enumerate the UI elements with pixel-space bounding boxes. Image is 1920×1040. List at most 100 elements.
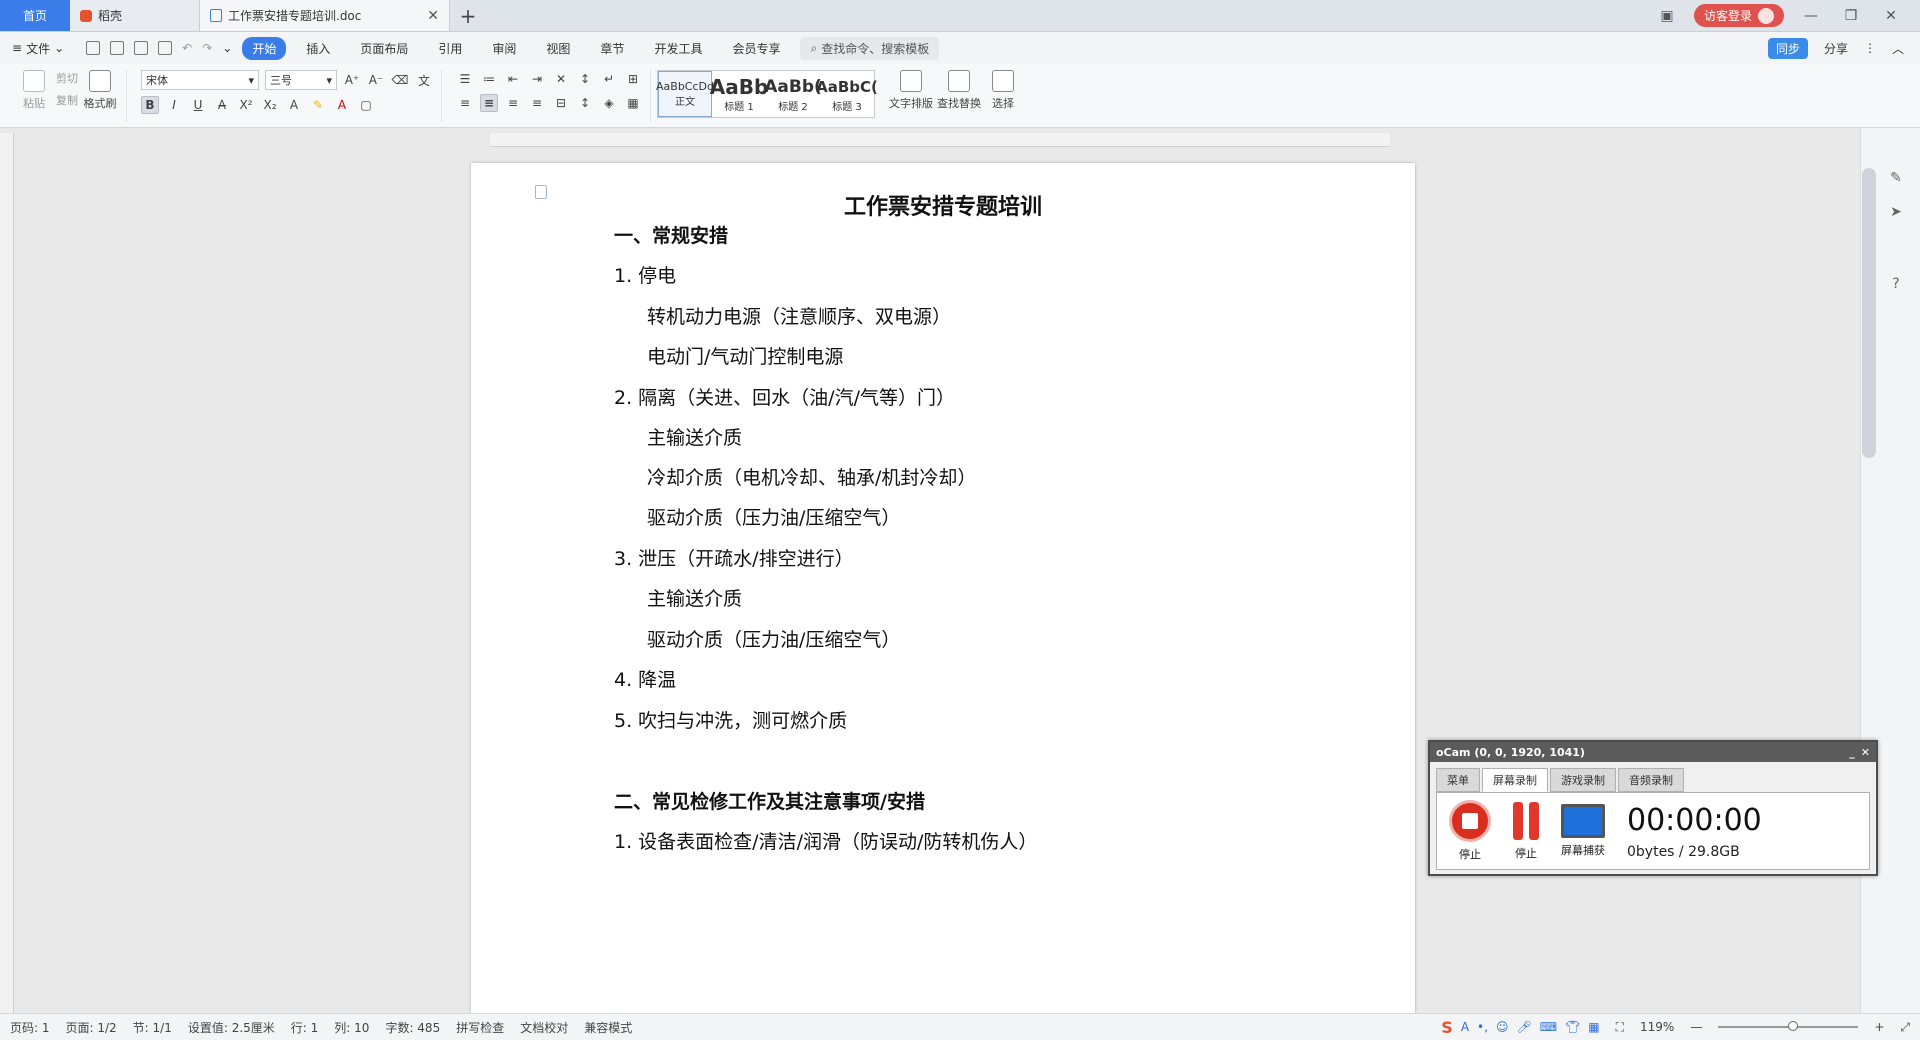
fit-page-icon[interactable]: ⛶ [1616,1020,1624,1035]
new-tab-button[interactable]: + [450,0,486,31]
align-left-icon[interactable]: ≡ [456,94,474,112]
login-button[interactable]: 访客登录 [1693,4,1784,27]
share-button[interactable]: 分享 [1824,40,1848,57]
bullet-list-icon[interactable]: ☰ [456,70,474,88]
ime-toolbar[interactable]: S A •, ☺ 🎤︎ ⌨ 👕︎ ▦ [1441,1018,1599,1037]
horizontal-ruler[interactable] [490,133,1390,147]
tab-chapter[interactable]: 章节 [590,37,634,60]
tab-references[interactable]: 引用 [428,37,472,60]
paste-button[interactable]: 粘贴 [16,70,52,122]
tab-home[interactable]: 首页 [0,0,70,31]
show-marks-icon[interactable]: ↵ [600,70,618,88]
tab-docer[interactable]: 稻壳 [70,0,200,31]
ocam-capture-button[interactable]: 屏幕捕获 [1561,804,1605,858]
customize-quick-access-icon[interactable]: ⌄ [222,41,232,55]
char-border-icon[interactable]: ▢ [357,96,375,114]
zoom-slider-knob[interactable] [1788,1021,1799,1031]
collapse-ribbon-icon[interactable]: ︿ [1892,40,1904,57]
redo-icon[interactable]: ↷ [202,41,212,55]
highlight-icon[interactable]: ✎ [309,96,327,114]
ocam-tab-audio-record[interactable]: 音频录制 [1618,768,1684,792]
underline-button[interactable]: U [189,96,207,114]
tab-review[interactable]: 审阅 [482,37,526,60]
subscript-button[interactable]: X₂ [261,96,279,114]
shrink-font-icon[interactable]: A⁻ [367,71,385,89]
tab-insert[interactable]: 插入 [296,37,340,60]
clear-format-icon[interactable]: ⌫ [391,71,409,89]
spell-check-button[interactable]: 拼写检查 [456,1019,504,1036]
minimize-button[interactable]: — [1798,8,1824,24]
ime-keyboard-icon[interactable]: ⌨ [1540,1020,1557,1034]
sogou-ime-icon[interactable]: S [1441,1018,1453,1037]
strikethrough-button[interactable]: A̶ [213,96,231,114]
tab-page-layout[interactable]: 页面布局 [350,37,418,60]
zoom-in-button[interactable]: + [1874,1020,1884,1034]
cut-button[interactable]: 剪切 [56,70,78,86]
ocam-tab-menu[interactable]: 菜单 [1436,768,1480,792]
undo-icon[interactable]: ↶ [182,41,192,55]
print-icon[interactable] [134,41,149,55]
text-layout-button[interactable]: 文字排版 [889,70,933,122]
decrease-indent-icon[interactable]: ⇤ [504,70,522,88]
ime-mode-icon[interactable]: A [1461,1020,1469,1034]
zoom-out-button[interactable]: — [1690,1020,1702,1034]
save-icon[interactable] [86,41,101,55]
status-page-number[interactable]: 页码: 1 [10,1019,50,1036]
chinese-layout-icon[interactable]: ✕ [552,70,570,88]
ocam-tab-screen-record[interactable]: 屏幕录制 [1482,768,1548,792]
tab-close-icon[interactable]: ✕ [427,8,439,24]
distribute-icon[interactable]: ⊟ [552,94,570,112]
vertical-ruler[interactable] [0,133,14,1013]
borders-icon[interactable]: ▦ [624,94,642,112]
copy-button[interactable]: 复制 [56,92,78,108]
status-word-count[interactable]: 字数: 485 [385,1019,440,1036]
help-icon[interactable]: ? [1886,276,1906,296]
grow-font-icon[interactable]: A⁺ [343,71,361,89]
numbered-list-icon[interactable]: ≔ [480,70,498,88]
select-button[interactable]: 选择 [985,70,1021,122]
ime-tools-icon[interactable]: ▦ [1588,1020,1599,1034]
tab-view[interactable]: 视图 [536,37,580,60]
line-spacing-icon[interactable]: ↕ [576,94,594,112]
ocam-title-bar[interactable]: oCam (0, 0, 1920, 1041) _ ✕ [1430,742,1876,762]
superscript-button[interactable]: X² [237,96,255,114]
shading-icon[interactable]: ◈ [600,94,618,112]
status-setting[interactable]: 设置值: 2.5厘米 [188,1019,275,1036]
style-heading-2[interactable]: AaBb( 标题 2 [764,71,822,117]
format-painter-button[interactable]: 格式刷 [82,70,118,122]
font-size-select[interactable]: 三号 ▾ [265,70,337,90]
text-effect-button[interactable]: A [285,96,303,114]
bold-button[interactable]: B [141,96,159,114]
tab-developer[interactable]: 开发工具 [644,37,712,60]
cloud-sync-badge[interactable]: 同步 [1767,37,1808,59]
vertical-scrollbar[interactable] [1862,168,1876,458]
pointer-icon[interactable]: ➤ [1886,204,1906,224]
font-name-select[interactable]: 宋体 ▾ [141,70,259,90]
export-icon[interactable] [110,41,125,55]
justify-icon[interactable]: ≡ [528,94,546,112]
ime-emoji-icon[interactable]: ☺ [1496,1020,1509,1034]
pen-icon[interactable]: ✎ [1886,170,1906,190]
style-heading-3[interactable]: AaBbC( 标题 3 [816,71,878,117]
restore-button[interactable]: ❐ [1838,8,1864,24]
ocam-close-icon[interactable]: ✕ [1861,746,1870,759]
close-window-button[interactable]: ✕ [1878,8,1904,24]
align-right-icon[interactable]: ≡ [504,94,522,112]
ocam-stop-button[interactable]: 停止 [1449,800,1491,862]
zoom-slider[interactable] [1718,1021,1859,1031]
file-menu[interactable]: ≡ 文件 ⌄ [12,40,76,57]
more-icon[interactable]: ⋮ [1864,41,1876,55]
ocam-tab-game-record[interactable]: 游戏录制 [1550,768,1616,792]
sort-icon[interactable]: ↕ [576,70,594,88]
document-page[interactable]: 工作票安措专题培训 一、常规安措 1. 停电 转机动力电源（注意顺序、双电源） 电动门… [471,163,1415,1013]
status-col[interactable]: 列: 10 [334,1019,369,1036]
font-color-icon[interactable]: A [333,96,351,114]
status-row[interactable]: 行: 1 [291,1019,319,1036]
command-search[interactable]: ⌕ 查找命令、搜索模板 [800,36,940,60]
italic-button[interactable]: I [165,96,183,114]
ocam-minimize-icon[interactable]: _ [1849,746,1855,759]
ime-punct-icon[interactable]: •, [1477,1020,1488,1034]
find-replace-button[interactable]: 查找替换 [937,70,981,122]
ocam-pause-button[interactable]: 停止 [1513,801,1539,861]
align-center-icon[interactable]: ≡ [480,94,498,112]
